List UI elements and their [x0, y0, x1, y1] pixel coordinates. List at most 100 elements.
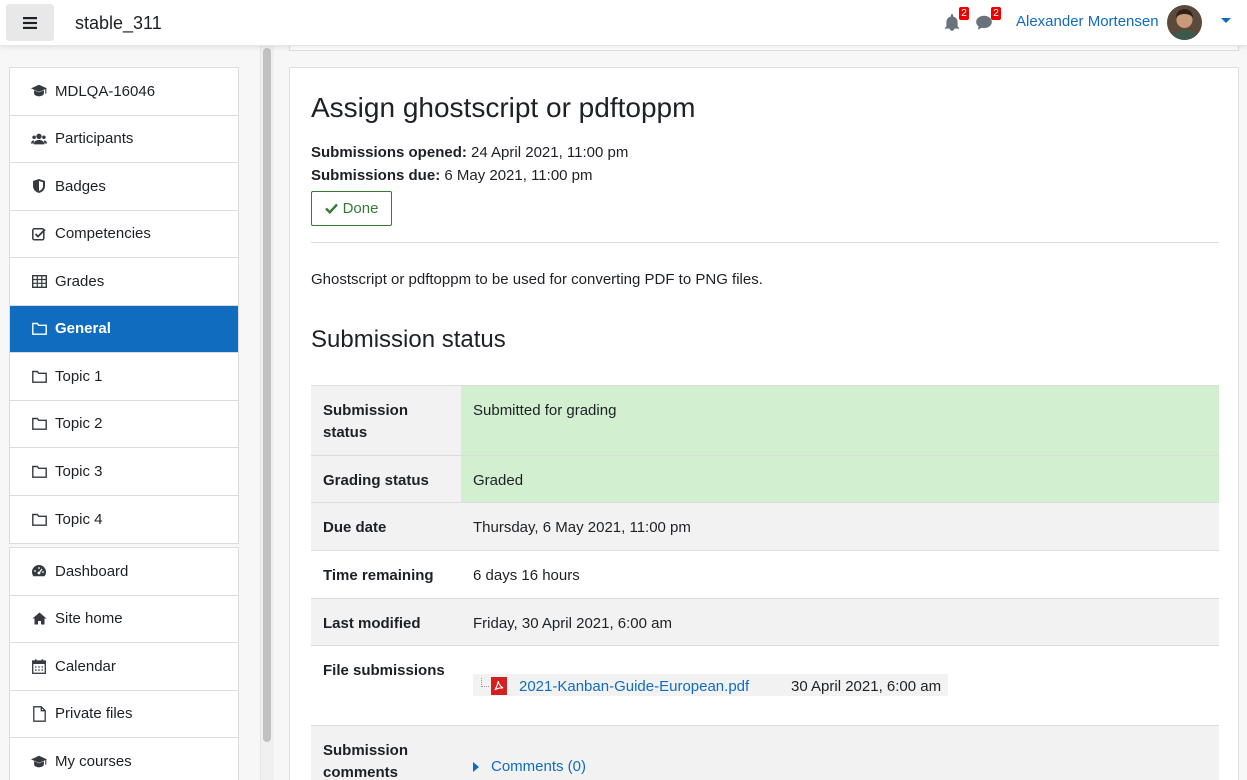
check-icon: [324, 203, 338, 214]
comments-toggle-link[interactable]: Comments (0): [473, 756, 586, 778]
site-nav-group: Dashboard Site home Calendar Private fil…: [9, 547, 239, 780]
home-icon: [31, 611, 47, 627]
site-name[interactable]: stable_311: [75, 13, 162, 34]
nav-item-calendar[interactable]: Calendar: [10, 643, 238, 691]
nav-item-label: Badges: [55, 177, 106, 195]
calendar-icon: [31, 658, 47, 674]
nav-item-label: Topic 4: [55, 510, 103, 528]
table-row: Last modified Friday, 30 April 2021, 6:0…: [311, 598, 1219, 645]
nav-item-topic-3[interactable]: Topic 3: [10, 448, 238, 496]
nav-item-general[interactable]: General: [10, 305, 238, 353]
nav-item-topic-2[interactable]: Topic 2: [10, 401, 238, 448]
table-row: Grading status Graded: [311, 455, 1219, 502]
last-modified-value: Friday, 30 April 2021, 6:00 am: [461, 599, 1219, 645]
table-row: Time remaining 6 days 16 hours: [311, 550, 1219, 598]
nav-item-label: Grades: [55, 272, 105, 290]
nav-item-grades[interactable]: Grades: [10, 258, 238, 306]
graduation-cap-icon: [31, 754, 47, 770]
nav-item-label: My courses: [55, 753, 132, 771]
pdf-file-icon: [491, 677, 507, 695]
nav-item-label: General: [55, 320, 111, 338]
assignment-intro: Ghostscript or pdftoppm to be used for c…: [311, 271, 763, 288]
file-tree-item: 2021-Kanban-Guide-European.pdf 30 April …: [473, 674, 948, 696]
dashboard-icon: [31, 563, 47, 579]
previous-region-strip: [289, 46, 1239, 51]
nav-item-label: Site home: [55, 610, 123, 628]
nav-item-site-home[interactable]: Site home: [10, 596, 238, 643]
caret-right-icon: [473, 762, 479, 772]
nav-drawer: MDLQA-16046 Participants Badges Competen…: [0, 46, 260, 780]
nav-item-participants[interactable]: Participants: [10, 116, 238, 163]
sidebar-scrollbar-thumb[interactable]: [263, 48, 271, 742]
row-header: Grading status: [311, 456, 461, 502]
file-icon: [31, 705, 47, 722]
nav-item-label: Private files: [55, 705, 133, 723]
done-button[interactable]: Done: [311, 191, 392, 226]
table-row: Submission comments Comments (0): [311, 725, 1219, 780]
folder-icon: [31, 321, 47, 337]
row-header: Last modified: [311, 599, 461, 645]
drawer-toggle-button[interactable]: [6, 4, 54, 41]
avatar[interactable]: [1167, 5, 1202, 40]
top-navbar: stable_311 2 2 Alexander Mortensen: [0, 0, 1247, 46]
due-date-value: Thursday, 6 May 2021, 11:00 pm: [461, 503, 1219, 550]
submissions-due-line: Submissions due: 6 May 2021, 11:00 pm: [311, 167, 593, 184]
submissions-due-label: Submissions due:: [311, 167, 441, 184]
grading-status-value: Graded: [461, 456, 1219, 502]
user-menu-name[interactable]: Alexander Mortensen: [1016, 13, 1159, 30]
submission-status-heading: Submission status: [311, 326, 506, 353]
nav-item-my-courses[interactable]: My courses: [10, 738, 238, 780]
users-icon: [31, 131, 47, 147]
submission-comments-cell: Comments (0): [461, 726, 1219, 780]
nav-item-badges[interactable]: Badges: [10, 163, 238, 211]
nav-item-label: MDLQA-16046: [55, 82, 156, 100]
done-button-label: Done: [342, 200, 379, 217]
graduation-cap-icon: [31, 83, 47, 99]
course-nav-group: MDLQA-16046 Participants Badges Competen…: [9, 67, 239, 544]
nav-item-label: Calendar: [55, 657, 116, 675]
messages-button[interactable]: 2: [975, 7, 1001, 34]
nav-item-label: Topic 1: [55, 367, 103, 385]
check-square-icon: [31, 226, 47, 242]
comments-link-label: Comments (0): [491, 758, 587, 775]
submissions-due-value: 6 May 2021, 11:00 pm: [444, 167, 593, 184]
messages-count-badge: 2: [991, 7, 1001, 20]
file-submissions-cell: 2021-Kanban-Guide-European.pdf 30 April …: [461, 646, 1219, 725]
table-row: Due date Thursday, 6 May 2021, 11:00 pm: [311, 502, 1219, 550]
nav-item-course[interactable]: MDLQA-16046: [10, 68, 238, 116]
main-region: Assign ghostscript or pdftoppm Submissio…: [289, 67, 1239, 780]
submission-status-value: Submitted for grading: [461, 386, 1219, 455]
folder-icon: [31, 368, 47, 384]
row-header: Due date: [311, 503, 461, 550]
nav-item-label: Competencies: [55, 225, 151, 243]
row-header: Submission status: [311, 386, 461, 455]
submissions-opened-label: Submissions opened:: [311, 144, 467, 161]
hamburger-icon: [23, 16, 37, 29]
folder-icon: [31, 416, 47, 432]
tree-connector: [481, 678, 489, 687]
divider: [311, 242, 1219, 243]
nav-item-topic-1[interactable]: Topic 1: [10, 353, 238, 401]
nav-item-competencies[interactable]: Competencies: [10, 211, 238, 258]
table-icon: [31, 273, 47, 289]
user-menu-caret[interactable]: [1221, 18, 1231, 23]
folder-icon: [31, 511, 47, 527]
row-header: Time remaining: [311, 551, 461, 598]
row-header: Submission comments: [311, 726, 461, 780]
submissions-opened-value: 24 April 2021, 11:00 pm: [471, 144, 629, 161]
notifications-count-badge: 2: [959, 7, 969, 20]
page-title: Assign ghostscript or pdftoppm: [311, 92, 696, 123]
nav-item-label: Dashboard: [55, 562, 129, 580]
shield-icon: [31, 178, 47, 194]
table-row: Submission status Submitted for grading: [311, 385, 1219, 455]
nav-item-topic-4[interactable]: Topic 4: [10, 496, 238, 544]
submitted-file-link[interactable]: 2021-Kanban-Guide-European.pdf: [519, 676, 749, 698]
nav-item-private-files[interactable]: Private files: [10, 691, 238, 738]
submitted-file-date: 30 April 2021, 6:00 am: [791, 678, 942, 695]
submissions-opened-line: Submissions opened: 24 April 2021, 11:00…: [311, 144, 628, 161]
time-remaining-value: 6 days 16 hours: [461, 551, 1219, 598]
nav-item-dashboard[interactable]: Dashboard: [10, 548, 238, 596]
table-row: File submissions 2021-Kanban-Guide-Europ…: [311, 645, 1219, 725]
nav-item-label: Participants: [55, 130, 134, 148]
notifications-button[interactable]: 2: [943, 7, 969, 34]
